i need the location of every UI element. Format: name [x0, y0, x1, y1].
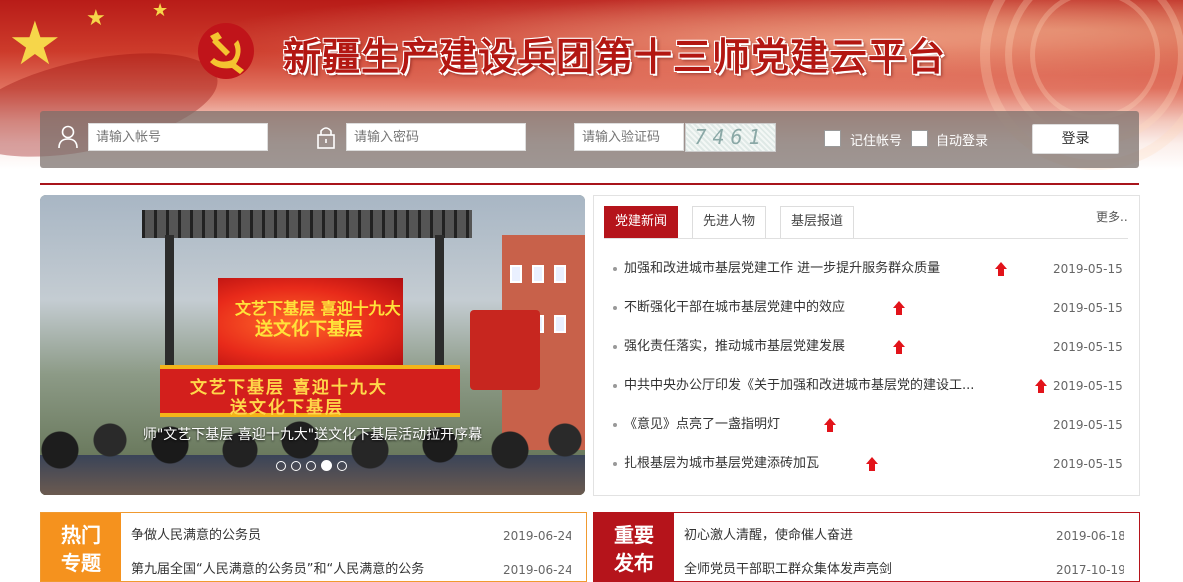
list-item[interactable]: 全师党员干部职工群众集体发声亮剑 2017-10-19	[684, 560, 1124, 580]
carousel-dot[interactable]	[337, 460, 347, 471]
carousel-dot[interactable]	[276, 460, 286, 471]
tab-grassroots-report[interactable]: 基层报道	[780, 206, 855, 238]
list-item-date: 2019-06-24	[499, 526, 571, 546]
news-title[interactable]: 扎根基层为城市基层党建添砖加瓦	[624, 454, 819, 474]
stage-screen-text: 送文化下基层	[255, 319, 363, 340]
photo-stage	[142, 210, 472, 238]
list-item-title[interactable]: 争做人民满意的公务员	[131, 528, 261, 543]
lock-icon	[317, 127, 335, 149]
bullet-icon	[613, 384, 617, 388]
bullet-icon	[613, 306, 617, 310]
news-item[interactable]: 中共中央办公厅印发《关于加强和改进城市基层党的建设工... 2019-05-15	[613, 376, 1123, 396]
carousel-dot[interactable]	[306, 460, 316, 471]
list-item[interactable]: 第九届全国“人民满意的公务员”和“人民满意的公务 2019-06-24	[131, 560, 571, 580]
hot-topics-label: 热门 专题	[41, 513, 121, 581]
star-icon: ★	[152, 0, 169, 21]
photo-truck	[470, 310, 540, 390]
bullet-icon	[613, 345, 617, 349]
bullet-icon	[613, 423, 617, 427]
header-banner: ★ ★ ★ 新疆生产建设兵团第十三师党建云平台 7461 记住帐号 自动登录 登…	[0, 0, 1183, 184]
carousel-dots	[276, 458, 352, 471]
image-carousel[interactable]: 文艺下基层 喜迎十九大 送文化下基层 文艺下基层 喜迎十九大 送文化下基层 师"…	[40, 195, 585, 495]
news-date: 2019-05-15	[1053, 301, 1123, 315]
list-item[interactable]: 初心激人清醒，使命催人奋进 2019-06-18	[684, 526, 1124, 546]
carousel-caption[interactable]: 师"文艺下基层 喜迎十九大"送文化下基层活动拉开序幕	[40, 420, 585, 450]
carousel-dot-active[interactable]	[321, 460, 332, 471]
news-title[interactable]: 加强和改进城市基层党建工作 进一步提升服务群众质量	[624, 259, 940, 279]
news-title[interactable]: 不断强化干部在城市基层党建中的效应	[624, 298, 845, 318]
party-emblem-icon	[198, 23, 254, 79]
important-label-line: 发布	[614, 551, 654, 575]
hot-topics-label-line: 专题	[61, 551, 101, 575]
remember-checkbox[interactable]	[824, 130, 841, 147]
hot-arrow-icon	[866, 457, 878, 471]
news-item[interactable]: 强化责任落实，推动城市基层党建发展 2019-05-15	[613, 337, 1123, 357]
hot-topics-box: 热门 专题 争做人民满意的公务员 2019-06-24 第九届全国“人民满意的公…	[40, 512, 587, 582]
tab-advanced-people[interactable]: 先进人物	[692, 206, 767, 238]
hot-arrow-icon	[995, 262, 1007, 276]
news-item[interactable]: 扎根基层为城市基层党建添砖加瓦 2019-05-15	[613, 454, 1123, 474]
user-icon	[58, 125, 78, 149]
news-item[interactable]: 不断强化干部在城市基层党建中的效应 2019-05-15	[613, 298, 1123, 318]
tab-party-news[interactable]: 党建新闻	[604, 206, 679, 238]
hot-topics-label-line: 热门	[61, 523, 101, 547]
star-icon: ★	[8, 9, 62, 79]
list-item-title[interactable]: 初心激人清醒，使命催人奋进	[684, 528, 853, 543]
hot-arrow-icon	[824, 418, 836, 432]
news-item[interactable]: 《意见》点亮了一盏指明灯 2019-05-15	[613, 415, 1123, 435]
news-date: 2019-05-15	[1053, 457, 1123, 471]
news-title[interactable]: 中共中央办公厅印发《关于加强和改进城市基层党的建设工...	[624, 376, 974, 396]
more-link[interactable]: 更多..	[1096, 208, 1128, 225]
list-item-date: 2017-10-19	[1052, 560, 1124, 580]
hot-arrow-icon	[1035, 379, 1047, 393]
star-icon: ★	[86, 6, 106, 31]
news-date: 2019-05-15	[1053, 418, 1123, 432]
hot-arrow-icon	[893, 301, 905, 315]
captcha-input[interactable]	[574, 123, 684, 151]
auto-login-checkbox[interactable]	[911, 130, 928, 147]
captcha-image[interactable]: 7461	[685, 123, 776, 152]
tab-underline	[604, 238, 1128, 239]
list-item-date: 2019-06-24	[499, 560, 571, 580]
auto-login-label: 自动登录	[936, 134, 989, 149]
list-item-title[interactable]: 全师党员干部职工群众集体发声亮剑	[684, 562, 892, 577]
list-item[interactable]: 争做人民满意的公务员 2019-06-24	[131, 526, 571, 546]
password-input[interactable]	[346, 123, 526, 151]
important-release-box: 重要 发布 初心激人清醒，使命催人奋进 2019-06-18 全师党员干部职工群…	[593, 512, 1140, 582]
site-title: 新疆生产建设兵团第十三师党建云平台	[283, 35, 947, 79]
news-date: 2019-05-15	[1053, 340, 1123, 354]
carousel-dot[interactable]	[291, 460, 301, 471]
divider	[40, 183, 1139, 185]
list-item-title[interactable]: 第九届全国“人民满意的公务员”和“人民满意的公务	[131, 562, 424, 577]
bullet-icon	[613, 267, 617, 271]
list-item-date: 2019-06-18	[1052, 526, 1124, 546]
news-title[interactable]: 强化责任落实，推动城市基层党建发展	[624, 337, 845, 357]
bullet-icon	[613, 462, 617, 466]
username-input[interactable]	[88, 123, 268, 151]
remember-label: 记住帐号	[850, 134, 903, 149]
login-bar: 7461 记住帐号 自动登录 登录	[40, 111, 1139, 168]
news-panel: 党建新闻 先进人物 基层报道 更多.. 加强和改进城市基层党建工作 进一步提升服…	[593, 195, 1140, 496]
news-date: 2019-05-15	[1053, 262, 1123, 276]
news-date: 2019-05-15	[1053, 379, 1123, 393]
important-label-line: 重要	[614, 523, 654, 547]
login-button[interactable]: 登录	[1032, 124, 1119, 154]
news-title[interactable]: 《意见》点亮了一盏指明灯	[624, 415, 780, 435]
important-release-label: 重要 发布	[594, 513, 674, 581]
news-item[interactable]: 加强和改进城市基层党建工作 进一步提升服务群众质量 2019-05-15	[613, 259, 1123, 279]
hot-arrow-icon	[893, 340, 905, 354]
